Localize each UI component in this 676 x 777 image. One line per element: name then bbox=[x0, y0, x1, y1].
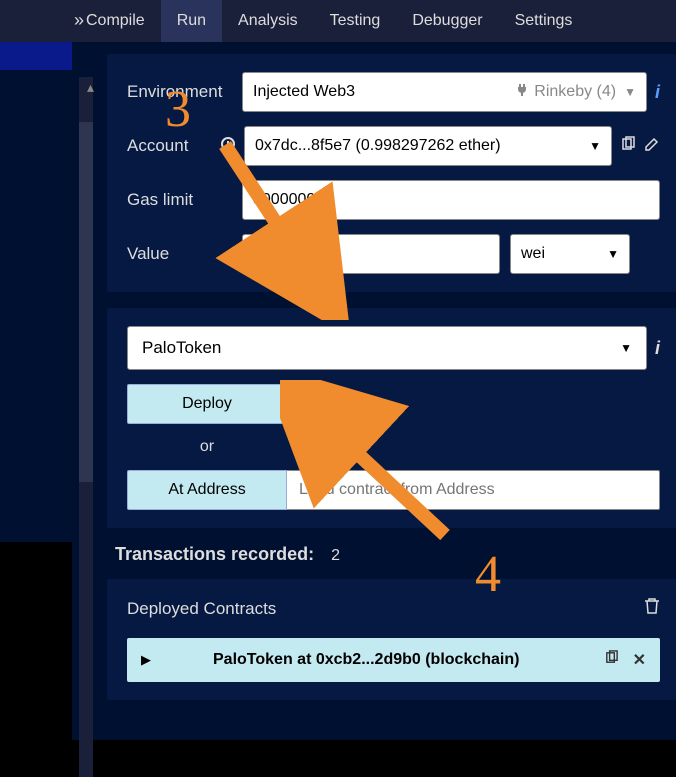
tab-settings[interactable]: Settings bbox=[499, 0, 589, 42]
collapse-icon[interactable]: » bbox=[74, 10, 84, 31]
value-label: Value bbox=[127, 244, 242, 264]
top-tab-bar: Compile Run Analysis Testing Debugger Se… bbox=[0, 0, 676, 42]
gaslimit-label: Gas limit bbox=[127, 190, 242, 210]
network-name: Rinkeby (4) bbox=[534, 83, 616, 101]
copy-icon[interactable] bbox=[604, 650, 619, 670]
scrollbar-thumb[interactable] bbox=[79, 122, 93, 482]
chevron-down-icon: ▼ bbox=[607, 247, 619, 261]
tab-debugger[interactable]: Debugger bbox=[396, 0, 498, 42]
at-address-button[interactable]: At Address bbox=[127, 470, 287, 510]
deployed-contracts-header: Deployed Contracts bbox=[127, 599, 276, 619]
or-text: or bbox=[127, 438, 287, 456]
scroll-up-icon[interactable]: ▴ bbox=[87, 79, 94, 96]
value-unit-select[interactable]: wei ▼ bbox=[510, 234, 630, 274]
deployed-contract-name: PaloToken at 0xcb2...2d9b0 (blockchain) bbox=[213, 651, 590, 669]
value-input[interactable] bbox=[242, 234, 500, 274]
close-icon[interactable]: ✕ bbox=[633, 650, 646, 670]
tab-analysis[interactable]: Analysis bbox=[222, 0, 314, 42]
transactions-recorded: Transactions recorded: 2 bbox=[115, 544, 676, 565]
copy-account-icon[interactable] bbox=[620, 136, 636, 157]
plug-icon bbox=[514, 82, 530, 103]
trash-icon[interactable] bbox=[644, 597, 660, 620]
contract-select[interactable]: PaloToken ▼ bbox=[127, 326, 647, 370]
environment-value: Injected Web3 bbox=[253, 83, 355, 101]
account-select[interactable]: 0x7dc...8f5e7 (0.998297262 ether) ▼ bbox=[244, 126, 612, 166]
environment-label: Environment bbox=[127, 82, 242, 102]
account-value: 0x7dc...8f5e7 (0.998297262 ether) bbox=[255, 137, 501, 155]
deploy-button[interactable]: Deploy bbox=[127, 384, 287, 424]
info-icon[interactable]: i bbox=[655, 338, 660, 359]
tab-testing[interactable]: Testing bbox=[314, 0, 397, 42]
edit-account-icon[interactable] bbox=[644, 136, 660, 157]
deploy-section: PaloToken ▼ i Deploy or At Address bbox=[107, 308, 676, 528]
value-unit: wei bbox=[521, 245, 545, 263]
contract-name: PaloToken bbox=[142, 338, 221, 358]
tab-run[interactable]: Run bbox=[161, 0, 222, 42]
tx-recorded-label: Transactions recorded: bbox=[115, 544, 314, 564]
info-icon[interactable]: i bbox=[655, 82, 660, 103]
left-sidebar: ▴ bbox=[0, 42, 95, 740]
chevron-down-icon: ▼ bbox=[589, 139, 601, 153]
deployed-contracts-section: Deployed Contracts ▶ PaloToken at 0xcb2.… bbox=[107, 579, 676, 700]
refresh-account-icon[interactable] bbox=[220, 136, 236, 157]
sidebar-accent bbox=[0, 42, 72, 70]
environment-section: Environment Injected Web3 Rinkeby (4) ▼ … bbox=[107, 54, 676, 292]
sidebar-lower bbox=[0, 542, 72, 742]
tx-recorded-count: 2 bbox=[331, 547, 340, 564]
load-address-input[interactable] bbox=[287, 470, 660, 510]
gaslimit-input[interactable] bbox=[242, 180, 660, 220]
expand-icon[interactable]: ▶ bbox=[141, 652, 151, 668]
chevron-down-icon: ▼ bbox=[624, 85, 636, 99]
deployed-contract-item[interactable]: ▶ PaloToken at 0xcb2...2d9b0 (blockchain… bbox=[127, 638, 660, 682]
chevron-down-icon: ▼ bbox=[620, 341, 632, 355]
run-panel: Environment Injected Web3 Rinkeby (4) ▼ … bbox=[95, 42, 676, 740]
environment-select[interactable]: Injected Web3 Rinkeby (4) ▼ bbox=[242, 72, 647, 112]
